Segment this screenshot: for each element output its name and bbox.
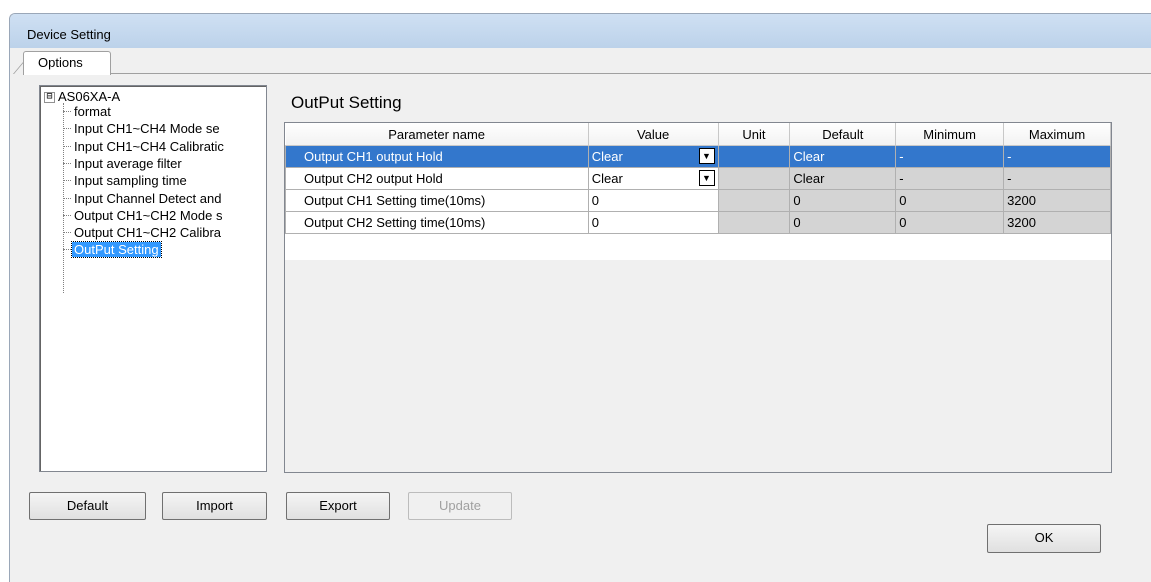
minimum-cell: - [895, 167, 1005, 190]
value-text: Clear [591, 149, 623, 164]
maximum-cell: - [1003, 167, 1111, 190]
maximum-cell: 3200 [1003, 211, 1111, 234]
collapse-icon[interactable]: ⊟ [44, 92, 55, 103]
parameter-name-cell: Output CH1 output Hold [285, 145, 589, 168]
default-cell: 0 [789, 211, 897, 234]
tree-root-label: AS06XA-A [58, 89, 121, 104]
tree-item-label: OutPut Setting [71, 241, 162, 259]
tree-item-label: Input CH1~CH4 Mode se [74, 121, 220, 137]
dropdown-arrow-icon[interactable]: ▼ [698, 170, 715, 186]
import-button[interactable]: Import [162, 492, 267, 520]
tree-branch-line [63, 232, 71, 234]
tree-item-label: Input Channel Detect and [74, 190, 222, 206]
parameter-table: Parameter name Value Unit Default Minimu… [285, 123, 1111, 234]
table-row[interactable]: Output CH2 output Hold Clear ▼ Clear - - [285, 167, 1111, 190]
default-cell: 0 [789, 189, 897, 212]
unit-cell [717, 167, 791, 190]
tree-branch-line [63, 249, 71, 251]
section-title: OutPut Setting [291, 93, 402, 112]
value-input[interactable]: 0 [587, 189, 719, 212]
value-dropdown[interactable]: Clear ▼ [587, 145, 719, 168]
parameter-name-cell: Output CH2 Setting time(10ms) [285, 211, 589, 234]
title-bar[interactable]: Device Setting [10, 14, 1151, 48]
dropdown-arrow-icon[interactable]: ▼ [698, 148, 715, 164]
maximum-cell: - [1003, 145, 1111, 168]
table-header-row: Parameter name Value Unit Default Minimu… [285, 123, 1111, 146]
value-dropdown[interactable]: Clear ▼ [587, 167, 719, 190]
tree-item-label: Input sampling time [74, 173, 187, 189]
update-button[interactable]: Update [408, 492, 512, 520]
settings-tree[interactable]: ⊟ AS06XA-A format Input CH1~CH4 Mode se In… [39, 85, 267, 472]
tab-options[interactable]: Options [23, 51, 111, 75]
column-header-value[interactable]: Value [588, 123, 719, 146]
table-row[interactable]: Output CH1 output Hold Clear ▼ Clear - - [285, 145, 1111, 168]
tree-item-label: Input average filter [74, 155, 182, 171]
tree-item-label: Output CH1~CH2 Calibra [74, 225, 222, 241]
unit-cell [717, 189, 791, 212]
value-text: Clear [591, 171, 623, 186]
minimum-cell: 0 [895, 189, 1005, 212]
tree-branch-line [63, 162, 71, 164]
unit-cell [717, 211, 791, 234]
ok-button[interactable]: OK [987, 524, 1101, 553]
table-row[interactable]: Output CH1 Setting time(10ms) 0 0 0 3200 [285, 189, 1111, 212]
column-header-minimum[interactable]: Minimum [895, 123, 1005, 146]
device-setting-window: Device Setting Options ⊟ AS06XA-A format… [9, 13, 1151, 582]
default-cell: Clear [789, 167, 897, 190]
tree-branch-line [63, 197, 71, 199]
column-header-unit[interactable]: Unit [718, 123, 791, 146]
tree-branch-line [63, 128, 71, 130]
parameter-name-cell: Output CH1 Setting time(10ms) [285, 189, 589, 212]
tree-item-label: Output CH1~CH2 Mode s [74, 207, 223, 223]
export-button[interactable]: Export [286, 492, 390, 520]
value-combo[interactable]: Clear ▼ [592, 170, 715, 187]
minimum-cell: 0 [895, 211, 1005, 234]
default-cell: Clear [789, 145, 897, 168]
tree-item-label: format [74, 104, 111, 119]
default-button[interactable]: Default [29, 492, 146, 520]
tab-options-label: Options [38, 55, 83, 70]
table-row[interactable]: Output CH2 Setting time(10ms) 0 0 0 3200 [285, 211, 1111, 234]
window-title: Device Setting [27, 27, 111, 42]
tree-branch-line [63, 111, 71, 112]
column-header-maximum[interactable]: Maximum [1003, 123, 1111, 146]
value-combo[interactable]: Clear ▼ [592, 148, 715, 165]
tree-branch-line [63, 145, 71, 147]
tree-item-label: Input CH1~CH4 Calibratic [74, 138, 224, 154]
unit-cell [717, 145, 791, 168]
column-header-default[interactable]: Default [789, 123, 897, 146]
tree-branch-line [63, 180, 71, 182]
value-input[interactable]: 0 [587, 211, 719, 234]
column-header-parameter-name[interactable]: Parameter name [285, 123, 589, 146]
parameter-grid[interactable]: Parameter name Value Unit Default Minimu… [284, 122, 1112, 473]
tab-strip-border [110, 73, 1151, 74]
minimum-cell: - [895, 145, 1005, 168]
parameter-name-cell: Output CH2 output Hold [285, 167, 589, 190]
maximum-cell: 3200 [1003, 189, 1111, 212]
tree-branch-line [63, 214, 71, 216]
